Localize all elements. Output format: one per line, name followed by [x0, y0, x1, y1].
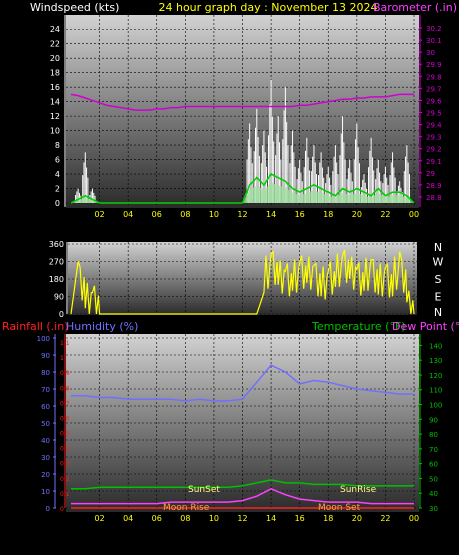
compass-label: S	[435, 273, 442, 286]
baro-tick-label: 29.6	[426, 97, 442, 105]
baro-tick-label: 29.4	[426, 122, 442, 130]
direction-tick-label: 360	[49, 240, 64, 249]
wind-tick-label: 0	[55, 199, 60, 208]
temperature-tick-label: 60	[429, 461, 438, 469]
baro-tick-label: 28.9	[426, 182, 442, 190]
baro-tick-label: 29.8	[426, 73, 442, 81]
humidity-tick-label: 100	[37, 335, 50, 343]
baro-tick-label: 29.2	[426, 146, 442, 154]
temperature-tick-label: 140	[429, 342, 442, 350]
compass-label: W	[433, 256, 444, 269]
wind-time-tick: 12	[237, 210, 247, 219]
temperature-time-tick: 20	[352, 514, 362, 523]
rain-tick-label: 1	[60, 355, 64, 362]
temperature-tick-label: 50	[429, 475, 438, 483]
compass-label: N	[434, 306, 442, 319]
humidity-tick-label: 90	[41, 352, 50, 360]
temperature-time-tick: 04	[123, 514, 133, 523]
baro-tick-label: 29.7	[426, 85, 442, 93]
wind-tick-label: 16	[50, 83, 60, 92]
temperature-tick-label: 90	[429, 416, 438, 424]
sunset-label: SunSet	[188, 485, 220, 495]
temperature-time-tick: 08	[180, 514, 190, 523]
humidity-tick-label: 40	[41, 437, 50, 445]
temperature-time-tick: 18	[323, 514, 333, 523]
temperature-tick-label: 70	[429, 446, 438, 454]
wind-time-tick: 16	[295, 210, 305, 219]
wind-tick-label: 20	[50, 54, 60, 63]
baro-tick-label: 30	[426, 49, 435, 57]
wind-tick-label: 4	[55, 170, 60, 179]
rain-tick-label: 0	[60, 506, 64, 513]
wind-time-tick: 04	[123, 210, 133, 219]
compass-label: E	[435, 291, 442, 304]
compass-label: N	[434, 241, 442, 254]
wind-tick-label: 24	[50, 25, 60, 34]
windspeed-axis-label: Windspeed (kts)	[30, 1, 119, 14]
wind-tick-label: 6	[55, 156, 60, 165]
wind-time-tick: 18	[323, 210, 333, 219]
wind-time-tick: 10	[209, 210, 219, 219]
wind-tick-label: 2	[55, 185, 60, 194]
barometer-axis-label: Barometer (.in)	[373, 1, 457, 14]
temperature-tick-label: 100	[429, 402, 442, 410]
baro-tick-label: 29.5	[426, 110, 442, 118]
wind-time-tick: 14	[266, 210, 276, 219]
dew-point-axis-label: Dew Point (°F)	[392, 320, 459, 333]
wind-tick-label: 12	[50, 112, 60, 121]
temperature-time-tick: 06	[152, 514, 162, 523]
wind-tick-label: 22	[50, 40, 60, 49]
humidity-tick-label: 60	[41, 403, 50, 411]
temperature-time-tick: 12	[237, 514, 247, 523]
baro-tick-label: 30.2	[426, 25, 442, 33]
temperature-tick-label: 30	[429, 505, 438, 513]
baro-tick-label: 30.1	[426, 37, 442, 45]
temperature-tick-label: 40	[429, 490, 438, 498]
wind-tick-label: 14	[50, 98, 60, 107]
wind-time-tick: 08	[180, 210, 190, 219]
temperature-time-tick: 14	[266, 514, 276, 523]
rainfall-axis-label: Rainfall (.in)	[2, 320, 69, 333]
wind-time-tick: 22	[380, 210, 390, 219]
baro-tick-label: 29.9	[426, 61, 442, 69]
baro-tick-label: 29.3	[426, 134, 442, 142]
wind-time-tick: 00	[409, 210, 419, 219]
humidity-tick-label: 0	[46, 505, 50, 513]
temperature-tick-label: 80	[429, 431, 438, 439]
humidity-tick-label: 70	[41, 386, 50, 394]
temperature-time-tick: 22	[380, 514, 390, 523]
wind-time-tick: 06	[152, 210, 162, 219]
moonset-label: Moon Set	[318, 503, 361, 513]
wind-tick-label: 10	[50, 127, 60, 136]
wind-time-tick: 02	[94, 210, 104, 219]
humidity-tick-label: 80	[41, 369, 50, 377]
temperature-tick-label: 120	[429, 372, 442, 380]
weather-chart-svg: Windspeed (kts) 24 hour graph day : Nove…	[2, 1, 459, 523]
direction-tick-label: 0	[59, 310, 64, 319]
temperature-tick-label: 130	[429, 357, 442, 365]
moonrise-label: Moon Rise	[163, 503, 210, 513]
baro-tick-label: 29.1	[426, 158, 442, 166]
temperature-time-tick: 16	[295, 514, 305, 523]
sunrise-label: SunRise	[340, 485, 377, 495]
weather-graphs: Windspeed (kts) 24 hour graph day : Nove…	[0, 0, 459, 555]
direction-tick-label: 270	[49, 258, 64, 267]
humidity-tick-label: 30	[41, 454, 50, 462]
wind-time-tick: 20	[352, 210, 362, 219]
baro-tick-label: 29	[426, 170, 435, 178]
temperature-time-tick: 02	[94, 514, 104, 523]
humidity-tick-label: 10	[41, 488, 50, 496]
wind-tick-label: 8	[55, 141, 60, 150]
temperature-tick-label: 110	[429, 387, 442, 395]
direction-tick-label: 90	[54, 293, 64, 302]
baro-tick-label: 28.8	[426, 194, 442, 202]
humidity-tick-label: 20	[41, 471, 50, 479]
humidity-tick-label: 50	[41, 420, 50, 428]
humidity-axis-label: Humidity (%)	[66, 320, 138, 333]
chart-title: 24 hour graph day : November 13 2024	[158, 1, 377, 14]
temperature-time-tick: 00	[409, 514, 419, 523]
direction-tick-label: 180	[49, 275, 64, 284]
temperature-time-tick: 10	[209, 514, 219, 523]
wind-tick-label: 18	[50, 69, 60, 78]
